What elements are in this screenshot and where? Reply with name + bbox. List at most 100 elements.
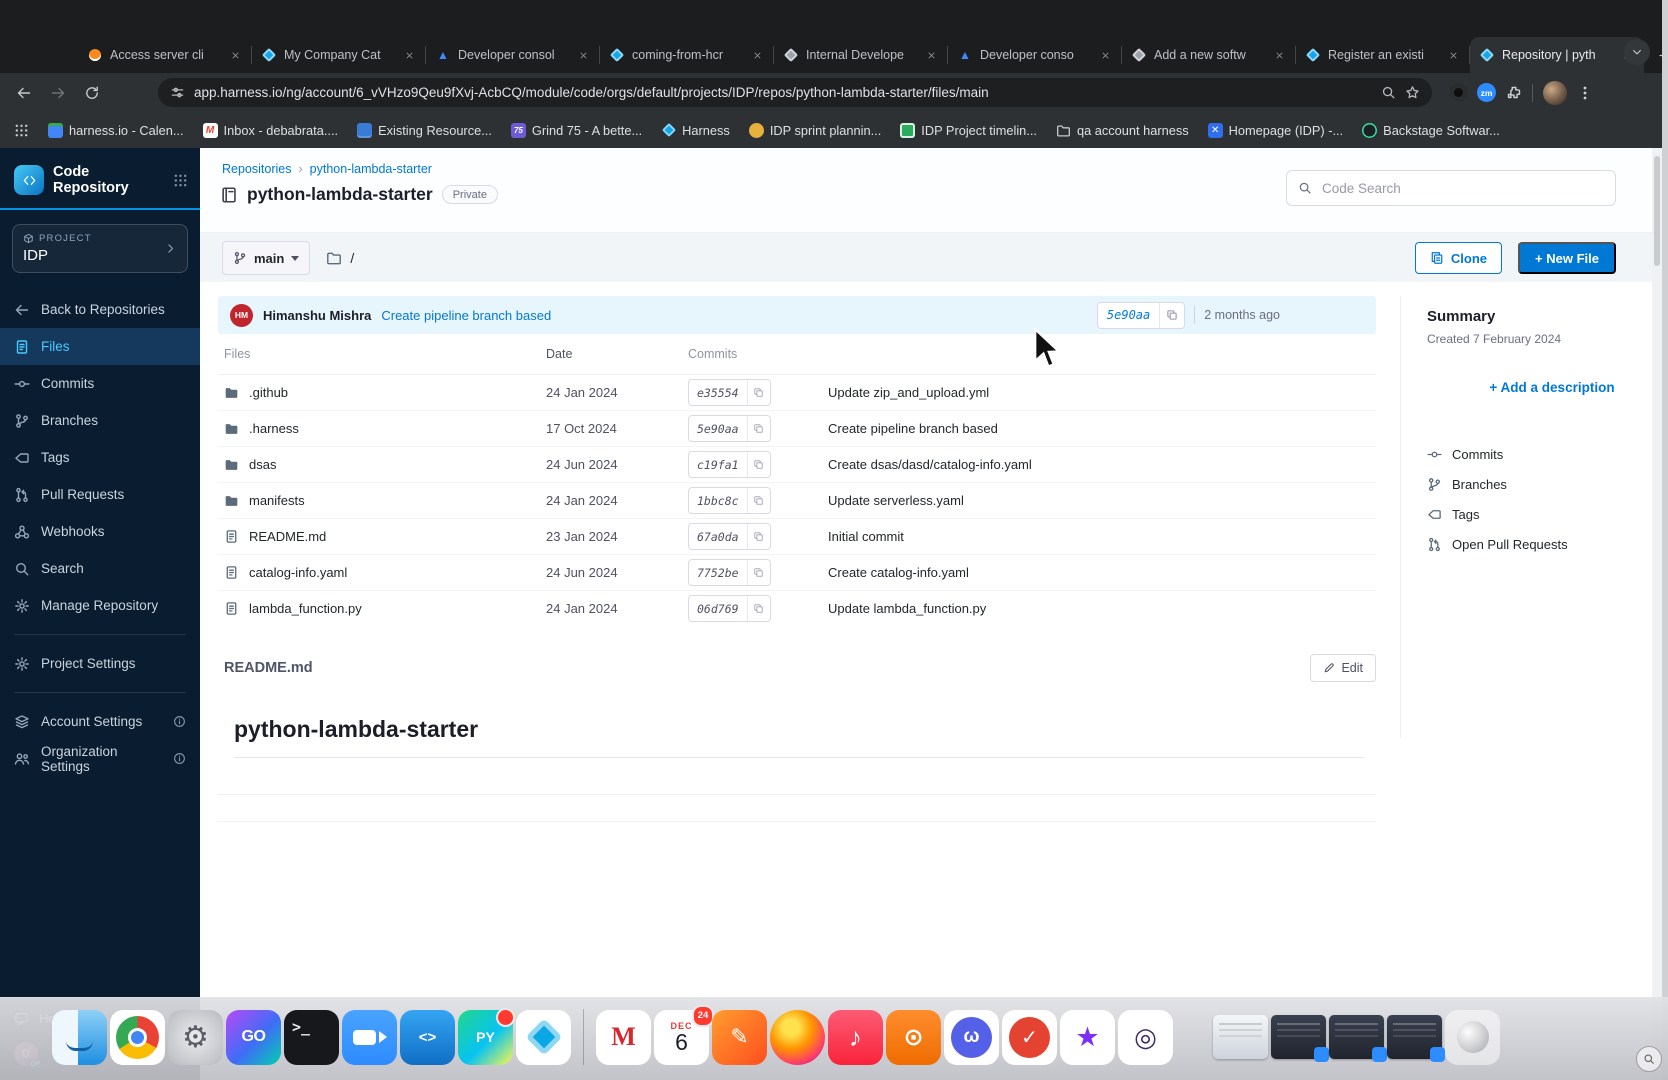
bookmark[interactable]: IDP Project timelin... [900, 123, 1037, 138]
sidebar-item-project-settings[interactable]: Project Settings [0, 645, 200, 682]
info-icon[interactable] [173, 715, 186, 728]
firefox-dock-icon[interactable] [770, 1010, 825, 1065]
commit-hash-chip[interactable]: 7752be [688, 559, 771, 586]
table-row[interactable]: dsas 24 Jun 2024 c19fa1 Create dsas/dasd… [218, 447, 1376, 483]
browser-tab-active[interactable]: Repository | pyth [1470, 37, 1644, 73]
browser-menu-icon[interactable] [1577, 85, 1593, 101]
table-row[interactable]: manifests 24 Jan 2024 1bbc8c Update serv… [218, 483, 1376, 519]
bookmark[interactable]: Existing Resource... [357, 123, 492, 138]
path-root[interactable]: / [350, 250, 354, 266]
bookmark-folder[interactable]: qa account harness [1056, 123, 1189, 138]
bookmark[interactable]: MInbox - debabrata.... [203, 123, 339, 138]
check-app-dock-icon[interactable]: ✓ [1002, 1010, 1057, 1065]
harness-dock-icon[interactable] [516, 1010, 571, 1065]
ring-app-dock-icon[interactable]: ◎ [1118, 1010, 1173, 1065]
reload-button[interactable] [78, 79, 106, 107]
openvpn-dock-icon[interactable]: ⊙ [886, 1010, 941, 1065]
bookmark[interactable]: 75Grind 75 - A bette... [511, 123, 642, 138]
breadcrumb-repositories[interactable]: Repositories [222, 162, 291, 176]
vscode-dock-icon[interactable]: <> [400, 1010, 455, 1065]
code-search-input[interactable] [1320, 180, 1604, 197]
sidebar-item-manage-repository[interactable]: Manage Repository [0, 587, 200, 624]
sidebar-item-account-settings[interactable]: Account Settings [0, 703, 200, 740]
commit-message-link[interactable]: Create pipeline branch based [381, 308, 551, 323]
copy-icon[interactable] [747, 524, 770, 549]
tab-close-icon[interactable] [401, 47, 417, 63]
bookmark[interactable]: ✕Homepage (IDP) -... [1208, 123, 1344, 138]
tab-close-icon[interactable] [1271, 47, 1287, 63]
breadcrumb-current[interactable]: python-lambda-starter [310, 162, 432, 176]
finder-dock-icon[interactable] [52, 1010, 107, 1065]
branch-selector[interactable]: main [222, 241, 310, 275]
pycharm-dock-icon[interactable]: PY [458, 1010, 513, 1065]
browser-tab[interactable]: My Company Cat [252, 37, 426, 73]
summary-stat-commits[interactable]: Commits 17 [1427, 439, 1668, 469]
minimized-window-thumbnail[interactable] [1213, 1015, 1268, 1059]
commit-hash-chip[interactable]: 06d769 [688, 595, 771, 622]
sidebar-item-files[interactable]: Files [0, 328, 200, 365]
copy-icon[interactable] [1159, 303, 1184, 328]
sidebar-item-search[interactable]: Search [0, 550, 200, 587]
bookmark[interactable]: IDP sprint plannin... [749, 123, 881, 138]
extension-icon[interactable] [1450, 84, 1467, 101]
scrollbar[interactable] [1652, 148, 1662, 1080]
sidebar-item-webhooks[interactable]: Webhooks [0, 513, 200, 550]
tab-close-icon[interactable] [227, 47, 243, 63]
profile-avatar[interactable] [1543, 81, 1567, 105]
tab-close-icon[interactable] [923, 47, 939, 63]
table-row[interactable]: catalog-info.yaml 24 Jun 2024 7752be Cre… [218, 555, 1376, 591]
pen-app-dock-icon[interactable]: ✎ [712, 1010, 767, 1065]
tab-close-icon[interactable] [749, 47, 765, 63]
tab-close-icon[interactable] [575, 47, 591, 63]
copy-icon[interactable] [747, 452, 770, 477]
table-row[interactable]: lambda_function.py 24 Jan 2024 06d769 Up… [218, 591, 1376, 626]
extensions-puzzle-icon[interactable] [1506, 85, 1522, 101]
copy-icon[interactable] [747, 488, 770, 513]
apps-grid-icon[interactable] [14, 123, 29, 138]
bookmark-star-icon[interactable] [1405, 85, 1420, 100]
clone-button[interactable]: Clone [1415, 242, 1502, 274]
back-button[interactable] [10, 79, 38, 107]
summary-stat-branches[interactable]: Branches 4 [1427, 469, 1668, 499]
tab-list-chevron-icon[interactable] [1624, 39, 1650, 65]
summary-stat-open-pull-requests[interactable]: Open Pull Requests 1 [1427, 529, 1668, 559]
copy-icon[interactable] [747, 380, 770, 405]
address-bar[interactable]: app.harness.io/ng/account/6_vVHzo9Qeu9fX… [158, 78, 1432, 107]
zoom-extension-icon[interactable]: zm [1477, 83, 1496, 102]
forward-button[interactable] [44, 79, 72, 107]
bookmark[interactable]: Harness [661, 123, 730, 138]
red-m-app-dock-icon[interactable]: M [596, 1010, 651, 1065]
commit-hash-chip[interactable]: 1bbc8c [688, 487, 771, 514]
browser-tab[interactable]: Access server cli [78, 37, 252, 73]
url-text[interactable]: app.harness.io/ng/account/6_vVHzo9Qeu9fX… [194, 85, 1372, 100]
minimized-window-thumbnail[interactable] [1329, 1015, 1384, 1059]
table-row[interactable]: README.md 23 Jan 2024 67a0da Initial com… [218, 519, 1376, 555]
goland-dock-icon[interactable]: GO [226, 1010, 281, 1065]
bookmark[interactable]: Backstage Softwar... [1362, 123, 1500, 138]
copy-icon[interactable] [747, 416, 770, 441]
browser-tab[interactable]: Internal Develope [774, 37, 948, 73]
system-settings-dock-icon[interactable]: ⚙ [168, 1010, 223, 1065]
new-file-button[interactable]: + New File [1518, 242, 1616, 274]
tab-close-icon[interactable] [1445, 47, 1461, 63]
zoom-dock-icon[interactable] [342, 1010, 397, 1065]
commit-hash-chip[interactable]: e35554 [688, 379, 771, 406]
summary-stat-tags[interactable]: Tags 0 [1427, 499, 1668, 529]
tab-close-icon[interactable] [1097, 47, 1113, 63]
site-info-icon[interactable] [170, 85, 185, 100]
table-row[interactable]: .github 24 Jan 2024 e35554 Update zip_an… [218, 375, 1376, 411]
minimized-window-thumbnail[interactable] [1387, 1015, 1442, 1059]
sidebar-back-to-repositories[interactable]: Back to Repositories [0, 291, 200, 328]
sidebar-item-pull-requests[interactable]: Pull Requests [0, 476, 200, 513]
browser-tab[interactable]: coming-from-hcr [600, 37, 774, 73]
commit-hash-chip[interactable]: 67a0da [688, 523, 771, 550]
browser-tab[interactable]: Add a new softw [1122, 37, 1296, 73]
copy-icon[interactable] [747, 560, 770, 585]
code-search[interactable] [1286, 170, 1616, 206]
sidebar-item-organization-settings[interactable]: Organization Settings [0, 740, 200, 777]
edit-button[interactable]: Edit [1310, 654, 1376, 682]
zoom-page-icon[interactable] [1381, 85, 1396, 100]
browser-tab[interactable]: ▲ Developer consol [426, 37, 600, 73]
commit-hash-chip[interactable]: 5e90aa [688, 415, 771, 442]
discord-dock-icon[interactable]: ω [944, 1010, 999, 1065]
